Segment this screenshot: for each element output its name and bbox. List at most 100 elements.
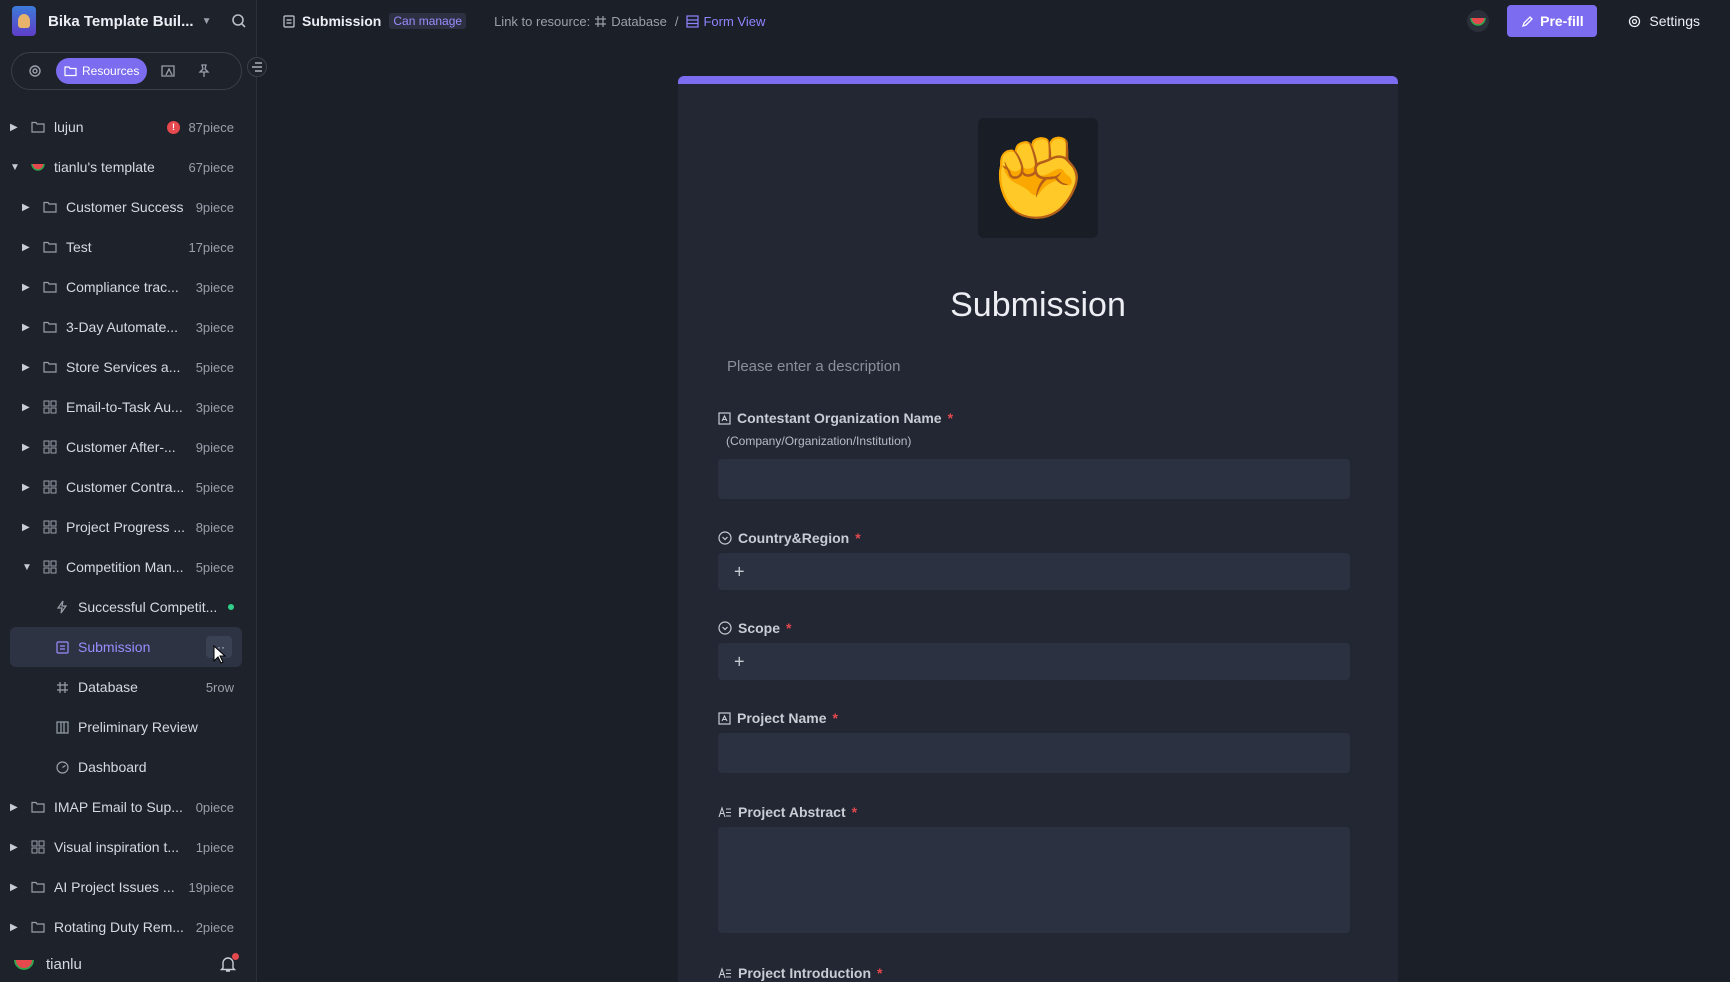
tree-item-imap[interactable]: ▶ IMAP Email to Sup... 0piece (10, 787, 242, 827)
tree-item-count: 5piece (195, 479, 234, 495)
collapse-arrow-icon[interactable]: ▼ (22, 562, 32, 573)
form-card: ✊ Submission Please enter a description … (678, 76, 1398, 982)
tree-item-preliminary-review[interactable]: Preliminary Review (10, 707, 242, 747)
collapse-arrow-icon[interactable]: ▼ (10, 162, 20, 173)
expand-arrow-icon[interactable]: ▶ (10, 922, 20, 933)
collapse-sidebar-button[interactable] (247, 57, 267, 77)
workspace-title[interactable]: Bika Template Buil... (48, 13, 194, 30)
tree-item-count: 17piece (188, 239, 234, 255)
tree-item-count: 8piece (195, 519, 234, 535)
settings-tab[interactable] (20, 58, 50, 84)
tab-pinned[interactable] (189, 58, 219, 84)
expand-arrow-icon[interactable]: ▶ (10, 842, 20, 853)
tree-item-submission[interactable]: Submission ··· (10, 627, 242, 667)
required-marker: * (786, 620, 792, 636)
tree-item-store-services[interactable]: ▶ Store Services a... 5piece (10, 347, 242, 387)
expand-arrow-icon[interactable]: ▶ (10, 802, 20, 813)
field-label-country: Country&Region * (718, 530, 861, 546)
tab-recent[interactable] (153, 58, 183, 84)
country-region-select[interactable]: + (718, 553, 1350, 590)
status-dot (228, 604, 234, 610)
tree-item-test[interactable]: ▶ Test 17piece (10, 227, 242, 267)
expand-arrow-icon[interactable]: ▶ (22, 442, 32, 453)
tree-item-email-to-task[interactable]: ▶ Email-to-Task Au... 3piece (10, 387, 242, 427)
expand-arrow-icon[interactable]: ▶ (22, 202, 32, 213)
expand-arrow-icon[interactable]: ▶ (22, 362, 32, 373)
form-description-input[interactable]: Please enter a description (727, 358, 900, 375)
expand-arrow-icon[interactable]: ▶ (22, 522, 32, 533)
tree-item-project-progress[interactable]: ▶ Project Progress ... 8piece (10, 507, 242, 547)
breadcrumb-separator: / (674, 13, 679, 29)
expand-arrow-icon[interactable]: ▶ (22, 322, 32, 333)
folder-icon (30, 119, 46, 135)
tree-item-label: Rotating Duty Rem... (54, 919, 184, 935)
scope-select[interactable]: + (718, 643, 1350, 680)
field-label-text: Project Name (737, 710, 827, 726)
tree-item-customer-after[interactable]: ▶ Customer After-... 9piece (10, 427, 242, 467)
workspace-header[interactable]: Bika Template Buil... ▼ (12, 6, 248, 36)
add-option-icon[interactable]: + (734, 561, 745, 582)
tree-item-successful-competition[interactable]: Successful Competit... (10, 587, 242, 627)
tree-item-count: 3piece (195, 399, 234, 415)
tree-item-label: Project Progress ... (66, 519, 186, 535)
chevron-down-icon[interactable]: ▼ (202, 16, 212, 27)
organization-name-input[interactable] (718, 459, 1350, 499)
tree-item-tianlus-template[interactable]: ▼ tianlu's template 67piece (10, 147, 242, 187)
expand-arrow-icon[interactable]: ▶ (10, 882, 20, 893)
folder-icon (42, 239, 58, 255)
template-icon (30, 839, 46, 855)
tree-item-count: 9piece (195, 439, 234, 455)
tree-item-ai-project[interactable]: ▶ AI Project Issues ... 19piece (10, 867, 242, 907)
prefill-button[interactable]: Pre-fill (1507, 5, 1598, 37)
settings-button[interactable]: Settings (1627, 13, 1700, 29)
field-hint: (Company/Organization/Institution) (726, 434, 912, 448)
text-field-icon (718, 411, 731, 425)
gear-icon (1629, 15, 1641, 27)
sidebar: Bika Template Buil... ▼ Resources ▶ luju… (0, 0, 267, 982)
project-abstract-textarea[interactable] (718, 827, 1350, 933)
tree-item-3day[interactable]: ▶ 3-Day Automate... 3piece (10, 307, 242, 347)
user-avatar-watermelon-icon[interactable] (14, 957, 34, 971)
expand-arrow-icon[interactable]: ▶ (10, 122, 20, 133)
tab-resources[interactable]: Resources (56, 58, 148, 84)
tree-item-label: Compliance trac... (66, 279, 179, 295)
tree-item-label: AI Project Issues ... (54, 879, 175, 895)
permission-badge[interactable]: Can manage (389, 13, 467, 29)
tree-item-compliance[interactable]: ▶ Compliance trac... 3piece (10, 267, 242, 307)
form-cover-icon[interactable]: ✊ (978, 118, 1098, 238)
expand-arrow-icon[interactable]: ▶ (22, 282, 32, 293)
folder-icon (42, 279, 58, 295)
tree-item-rotating-duty[interactable]: ▶ Rotating Duty Rem... 2piece (10, 907, 242, 947)
tree-item-dashboard[interactable]: Dashboard (10, 747, 242, 787)
watermelon-icon (1470, 17, 1487, 26)
collaborator-avatar[interactable] (1467, 10, 1490, 32)
required-marker: * (832, 710, 838, 726)
tree-item-database[interactable]: Database 5row (10, 667, 242, 707)
form-icon (283, 15, 295, 28)
tree-item-customer-contra[interactable]: ▶ Customer Contra... 5piece (10, 467, 242, 507)
user-bar[interactable]: tianlu (0, 946, 257, 982)
expand-arrow-icon[interactable]: ▶ (22, 482, 32, 493)
pin-icon (198, 64, 210, 77)
form-title[interactable]: Submission (678, 286, 1398, 325)
required-marker: * (855, 530, 861, 546)
page-title: Submission (302, 13, 382, 29)
field-label-project-abstract: Project Abstract * (718, 804, 857, 820)
field-label-project-introduction: Project Introduction * (718, 965, 882, 981)
tree-item-visual-inspiration[interactable]: ▶ Visual inspiration t... 1piece (10, 827, 242, 867)
expand-arrow-icon[interactable]: ▶ (22, 402, 32, 413)
tree-item-count: 5piece (195, 359, 234, 375)
search-icon[interactable] (230, 12, 248, 30)
long-text-icon (718, 805, 731, 817)
add-option-icon[interactable]: + (734, 651, 745, 672)
folder-icon (30, 799, 46, 815)
tree-item-lujun[interactable]: ▶ lujun ! 87piece (10, 107, 242, 147)
tree-item-count: 2piece (195, 919, 234, 935)
link-form-view[interactable]: Form View (703, 14, 765, 29)
expand-arrow-icon[interactable]: ▶ (22, 242, 32, 253)
project-name-input[interactable] (718, 733, 1350, 773)
tree-item-customer-success[interactable]: ▶ Customer Success 9piece (10, 187, 242, 227)
link-database[interactable]: Database (611, 14, 667, 29)
tree-item-label: IMAP Email to Sup... (54, 799, 183, 815)
tree-item-competition[interactable]: ▼ Competition Man... 5piece (10, 547, 242, 587)
